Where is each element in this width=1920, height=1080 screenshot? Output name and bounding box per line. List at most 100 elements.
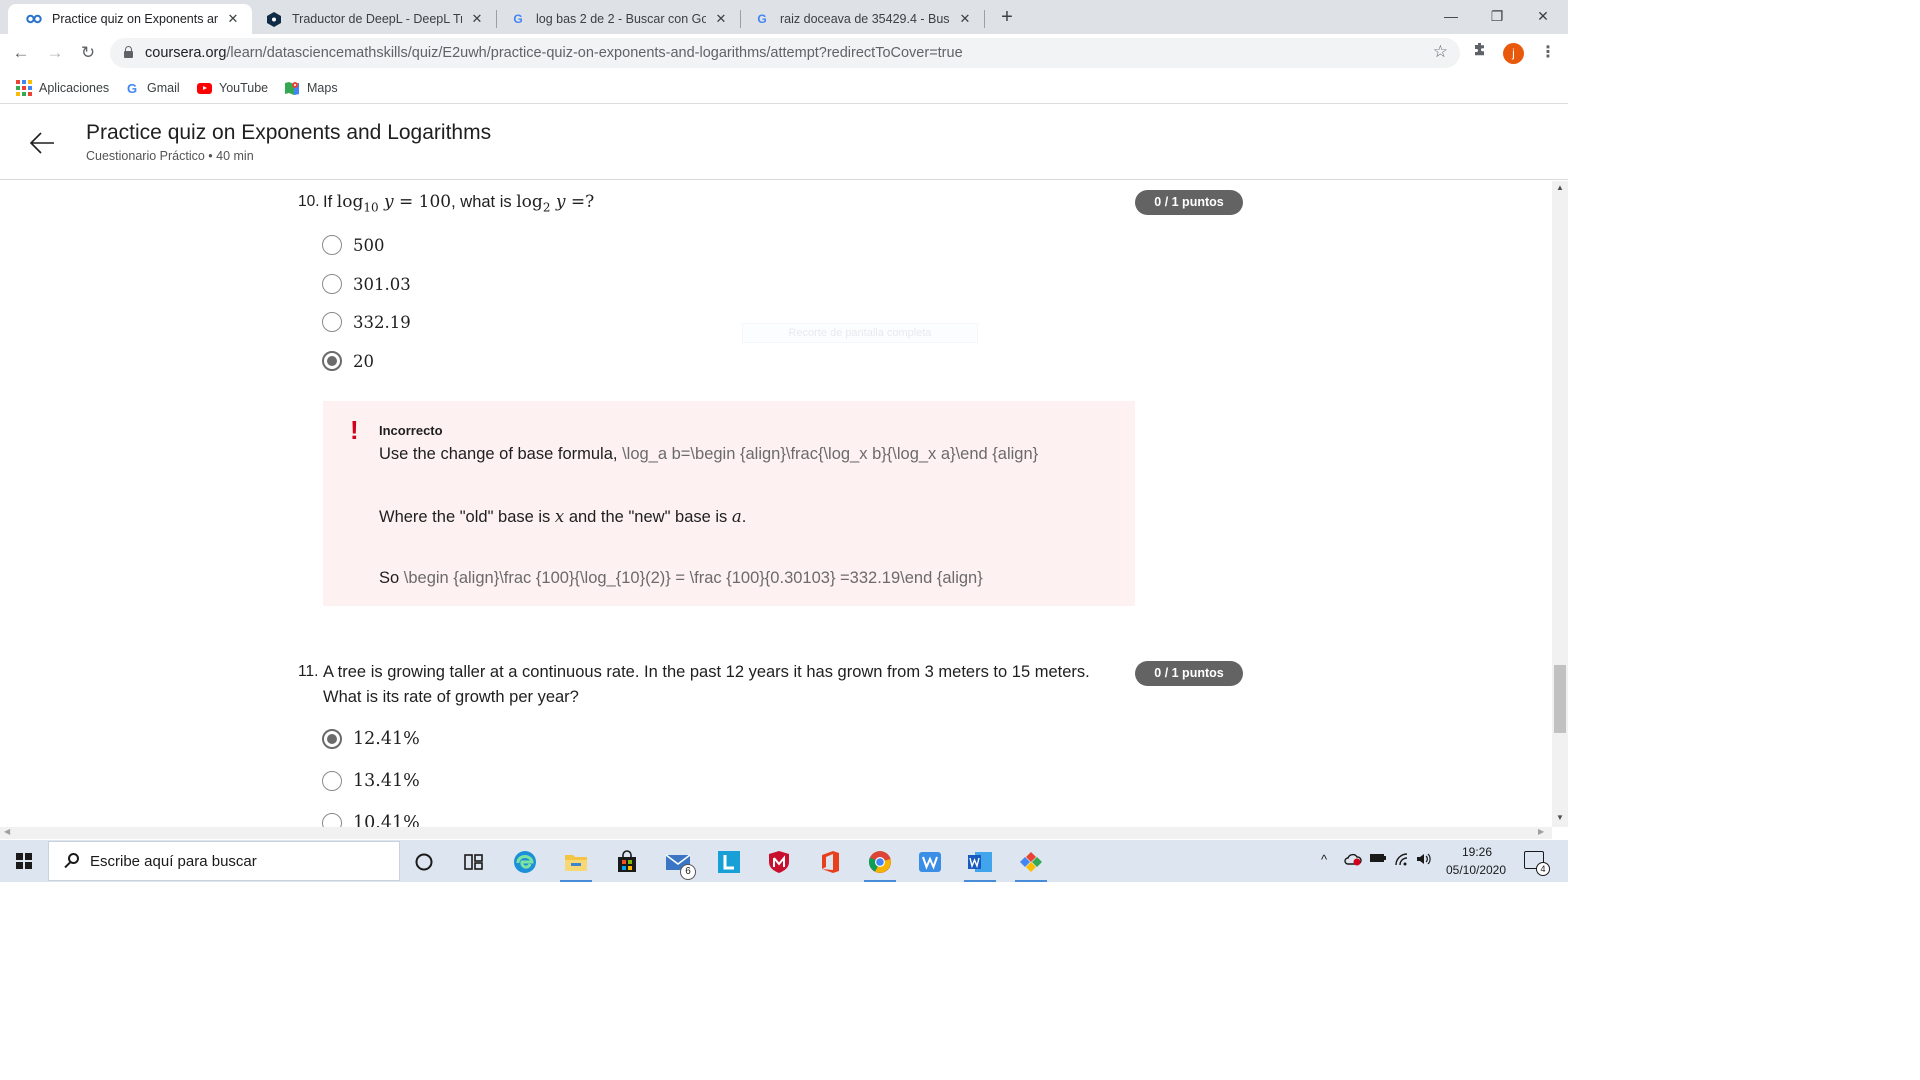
answer-option[interactable]: 500 <box>322 233 385 257</box>
maps-icon <box>284 80 300 96</box>
scroll-left-arrow-icon[interactable]: ◀ <box>4 827 10 836</box>
option-label: 10.41% <box>353 813 420 827</box>
radio-button-selected[interactable] <box>322 729 342 749</box>
bookmark-youtube[interactable]: YouTube <box>196 78 268 98</box>
windows-taskbar: Escribe aquí para buscar 6 ^ 19:26 05/10… <box>0 840 1568 882</box>
chrome-icon[interactable] <box>858 844 902 882</box>
radio-button[interactable] <box>322 312 342 332</box>
radio-button[interactable] <box>322 771 342 791</box>
google-icon: G <box>513 12 523 26</box>
question-text: If log10 y = 100, what is log2 y =? <box>323 192 595 215</box>
tab-title: log bas 2 de 2 - Buscar con Goog <box>536 12 706 26</box>
url-text[interactable]: coursera.org/learn/datasciencemathskills… <box>145 45 963 61</box>
bookmark-gmail[interactable]: G Gmail <box>124 78 180 98</box>
w-app-icon[interactable] <box>908 844 952 880</box>
page-title: Practice quiz on Exponents and Logarithm… <box>86 121 492 144</box>
close-icon[interactable]: ✕ <box>956 11 974 27</box>
new-tab-button[interactable]: + <box>996 6 1018 28</box>
radio-button[interactable] <box>322 274 342 294</box>
points-badge: 0 / 1 puntos <box>1135 190 1243 215</box>
answer-option[interactable]: 301.03 <box>322 272 411 296</box>
edge-browser-icon[interactable] <box>503 844 547 880</box>
search-icon <box>63 852 81 870</box>
option-label: 332.19 <box>353 312 411 332</box>
menu-kebab-icon[interactable]: ⋮ <box>1540 42 1556 62</box>
tab-title: Practice quiz on Exponents and L <box>52 12 218 26</box>
store-bag-icon[interactable] <box>605 844 649 880</box>
tab-title: raiz doceava de 35429.4 - Buscar <box>780 12 950 26</box>
feedback-panel: ! Incorrecto Use the change of base form… <box>323 401 1135 606</box>
battery-icon[interactable] <box>1369 852 1387 867</box>
answer-option[interactable]: 10.41% <box>322 811 420 827</box>
clock-date[interactable]: 05/10/2020 <box>1440 863 1512 877</box>
bookmark-label: Aplicaciones <box>39 81 110 95</box>
vertical-scrollbar[interactable]: ▲ ▼ <box>1552 181 1568 827</box>
scroll-down-arrow-icon[interactable]: ▼ <box>1556 813 1564 822</box>
volume-icon[interactable] <box>1416 852 1434 869</box>
deepl-icon <box>266 11 282 27</box>
bookmark-label: Maps <box>307 81 338 95</box>
answer-option-selected[interactable]: 20 <box>322 349 374 373</box>
answer-option[interactable]: 13.41% <box>322 769 420 793</box>
apps-grid-icon <box>16 80 32 96</box>
tray-chevron-up-icon[interactable]: ^ <box>1321 852 1327 867</box>
quiz-header: Practice quiz on Exponents and Logarithm… <box>0 105 1568 180</box>
search-placeholder: Escribe aquí para buscar <box>90 853 257 870</box>
bookmarks-bar: Aplicaciones G Gmail YouTube Maps <box>0 72 1568 104</box>
answer-option[interactable]: 332.19 <box>322 310 411 334</box>
mcafee-shield-icon[interactable] <box>757 844 801 880</box>
taskbar-search-input[interactable]: Escribe aquí para buscar <box>48 841 400 881</box>
profile-avatar[interactable]: j <box>1503 43 1524 64</box>
back-arrow-icon[interactable]: ← <box>8 40 34 66</box>
close-icon[interactable]: ✕ <box>224 11 242 27</box>
address-bar[interactable]: coursera.org/learn/datasciencemathskills… <box>110 38 1460 68</box>
radio-button[interactable] <box>322 235 342 255</box>
task-view-icon[interactable] <box>452 844 496 880</box>
back-arrow-icon[interactable] <box>28 129 56 157</box>
bookmark-star-icon[interactable]: ☆ <box>1433 42 1448 62</box>
bookmark-maps[interactable]: Maps <box>284 78 338 98</box>
forward-arrow-icon[interactable]: → <box>42 40 68 66</box>
tab-separator <box>984 10 985 28</box>
points-badge: 0 / 1 puntos <box>1135 661 1243 686</box>
windows-start-icon[interactable] <box>16 853 32 869</box>
tab-google-log[interactable]: G log bas 2 de 2 - Buscar con Goog ✕ <box>492 4 740 34</box>
close-window-button[interactable]: ✕ <box>1520 0 1566 34</box>
extensions-puzzle-icon[interactable] <box>1472 42 1488 62</box>
notification-count-badge: 4 <box>1536 862 1550 876</box>
feedback-line: Where the "old" base is x and the "new" … <box>379 507 747 526</box>
office-icon[interactable] <box>808 844 852 880</box>
bookmark-apps[interactable]: Aplicaciones <box>16 78 109 98</box>
option-label: 20 <box>353 351 374 371</box>
quiz-content: 10. If log10 y = 100, what is log2 y =? … <box>0 181 1552 827</box>
radio-button-selected[interactable] <box>322 351 342 371</box>
word-icon[interactable] <box>958 844 1002 882</box>
file-explorer-icon[interactable] <box>554 844 598 882</box>
l-app-icon[interactable] <box>707 844 751 880</box>
cloud-sync-icon[interactable] <box>1344 852 1362 869</box>
scrollbar-thumb[interactable] <box>1554 665 1566 733</box>
tab-coursera[interactable]: Practice quiz on Exponents and L ✕ <box>8 4 252 34</box>
close-icon[interactable]: ✕ <box>468 11 486 27</box>
close-icon[interactable]: ✕ <box>712 11 730 27</box>
tab-deepl[interactable]: Traductor de DeepL - DeepL Tran ✕ <box>248 4 496 34</box>
clock-time[interactable]: 19:26 <box>1447 845 1507 859</box>
reload-icon[interactable]: ↻ <box>75 40 101 66</box>
bookmark-label: YouTube <box>219 81 269 95</box>
answer-option-selected[interactable]: 12.41% <box>322 727 420 751</box>
option-label: 13.41% <box>353 771 420 791</box>
option-label: 12.41% <box>353 729 420 749</box>
diamond-app-icon[interactable] <box>1009 844 1053 882</box>
restore-button[interactable]: ❐ <box>1474 0 1520 34</box>
minimize-button[interactable]: — <box>1428 0 1474 34</box>
mail-icon[interactable]: 6 <box>656 844 700 880</box>
feedback-line: Use the change of base formula, \log_a b… <box>379 445 1039 463</box>
wifi-icon[interactable] <box>1394 852 1412 869</box>
radio-button[interactable] <box>322 813 342 827</box>
coursera-icon <box>26 11 42 27</box>
scroll-right-arrow-icon[interactable]: ▶ <box>1538 827 1544 836</box>
horizontal-scrollbar[interactable]: ◀ ▶ <box>0 827 1552 839</box>
cortana-icon[interactable] <box>402 844 446 880</box>
tab-google-raiz[interactable]: G raiz doceava de 35429.4 - Buscar ✕ <box>736 4 984 34</box>
scroll-up-arrow-icon[interactable]: ▲ <box>1556 183 1564 192</box>
